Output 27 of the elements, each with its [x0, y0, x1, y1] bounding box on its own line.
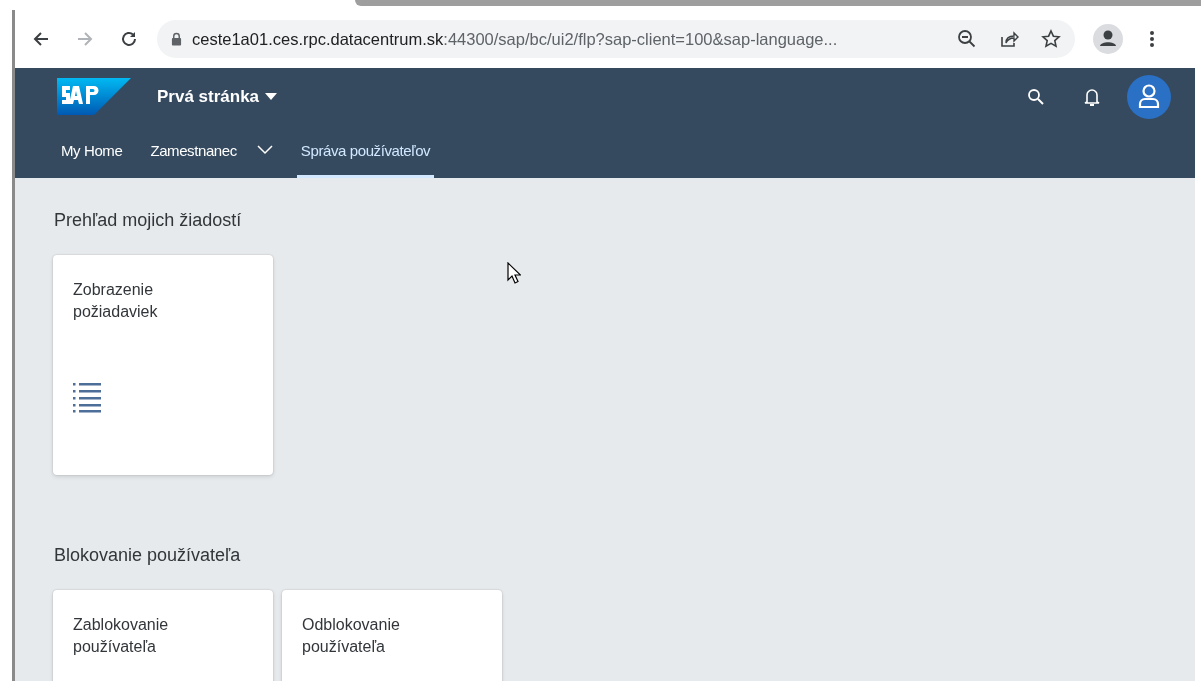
star-icon[interactable]	[1041, 29, 1061, 49]
lock-icon	[171, 32, 182, 46]
address-bar[interactable]: ceste1a01.ces.rpc.datacentrum.sk:44300/sap/bc/ui2/flp?sap-client=100&sap-language...	[157, 20, 1075, 58]
mouse-cursor-icon	[507, 262, 521, 284]
app-tile[interactable]: Zobrazenie požiadaviek	[53, 255, 273, 475]
search-icon[interactable]	[1027, 87, 1045, 106]
menu-icon[interactable]	[1149, 29, 1155, 49]
app-tile[interactable]: Zablokovanie používateľa	[53, 590, 273, 681]
logo-icon[interactable]	[57, 78, 131, 115]
zoom-out-icon[interactable]	[957, 29, 977, 49]
group-title: Blokovanie používateľa	[54, 545, 242, 566]
chevron-down-icon	[256, 145, 273, 155]
bell-icon[interactable]	[1083, 86, 1101, 107]
nav-tab[interactable]: My Home	[57, 125, 127, 178]
avatar-icon[interactable]	[1127, 74, 1171, 119]
app-tile[interactable]: Odblokovanie používateľa	[282, 590, 502, 681]
tile-title: Zablokovanie používateľa	[73, 615, 170, 657]
group-title: Prehľad mojich žiadostí	[54, 210, 243, 231]
tile-title: Zobrazenie požiadaviek	[73, 280, 159, 322]
list-icon	[73, 383, 101, 413]
caret-icon	[265, 92, 278, 101]
tile-title: Odblokovanie používateľa	[302, 615, 401, 657]
page-title-menu[interactable]: Prvá stránka	[157, 86, 278, 107]
share-icon[interactable]	[999, 29, 1019, 49]
nav-tab[interactable]: Zamestnanec	[146, 125, 277, 178]
reload-icon[interactable]	[119, 29, 139, 49]
profile-icon[interactable]	[1093, 24, 1123, 54]
